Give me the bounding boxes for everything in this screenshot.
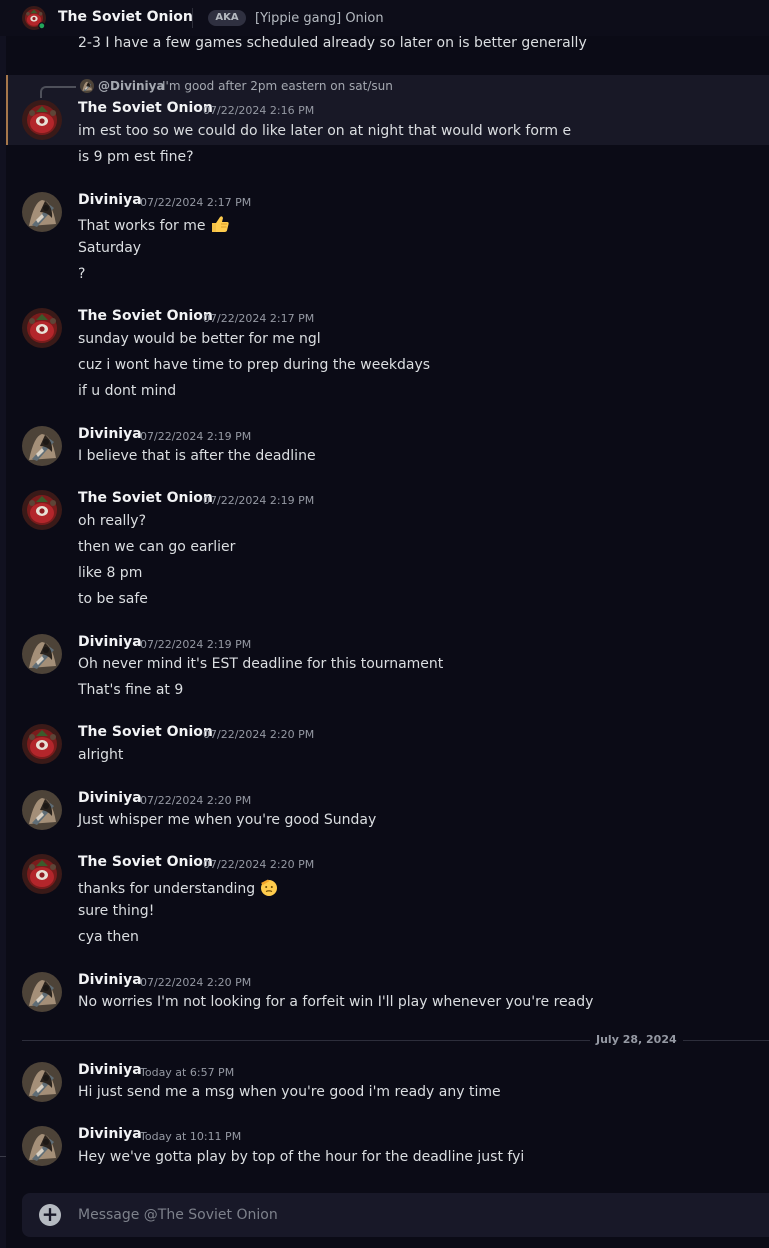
message-line-with-emoji: thanks for understanding — [78, 877, 279, 897]
message-author[interactable]: The Soviet Onion — [78, 490, 213, 506]
recipient-avatar[interactable] — [22, 6, 46, 30]
message-text: to be safe — [78, 591, 148, 607]
message-author[interactable]: The Soviet Onion — [78, 308, 213, 324]
message-author[interactable]: The Soviet Onion — [78, 854, 213, 870]
message-line-with-emoji: That works for me — [78, 214, 230, 234]
message-text: oh really? — [78, 513, 147, 529]
message-timestamp: Today at 6:57 PM — [140, 1066, 235, 1079]
message-author[interactable]: The Soviet Onion — [78, 724, 213, 740]
message-text: No worries I'm not looking for a forfeit… — [78, 994, 594, 1010]
plus-icon: + — [41, 1202, 59, 1226]
message-input[interactable] — [78, 1204, 738, 1226]
message-author[interactable]: Diviniya — [78, 426, 142, 442]
message-text: then we can go earlier — [78, 539, 236, 555]
message-author[interactable]: Diviniya — [78, 1062, 142, 1078]
message-timestamp: Today at 10:11 PM — [140, 1130, 242, 1143]
message-text: cuz i wont have time to prep during the … — [78, 357, 431, 373]
conversation-header: The Soviet Onion AKA [Yippie gang] Onion — [0, 0, 769, 36]
message-author[interactable]: Diviniya — [78, 192, 142, 208]
reply-author[interactable]: @Diviniya — [98, 79, 165, 93]
message-author-avatar[interactable] — [22, 192, 62, 232]
message-text: Just whisper me when you're good Sunday — [78, 812, 377, 828]
message-author[interactable]: Diviniya — [78, 790, 142, 806]
message-text: alright — [78, 747, 124, 763]
message-text: sure thing! — [78, 903, 155, 919]
message-timestamp: 07/22/2024 2:19 PM — [140, 638, 252, 651]
message-text: That works for me — [78, 218, 206, 234]
message-author-avatar[interactable] — [22, 1062, 62, 1102]
aka-name: [Yippie gang] Onion — [255, 11, 384, 26]
message-text: ? — [78, 266, 86, 282]
message-text: sunday would be better for me ngl — [78, 331, 321, 347]
message-text: is 9 pm est fine? — [78, 149, 194, 165]
thumbs-up-icon — [211, 216, 229, 232]
header-divider — [192, 8, 193, 28]
date-divider-label: July 28, 2024 — [590, 1033, 683, 1046]
message-author[interactable]: Diviniya — [78, 972, 142, 988]
partial-message-line: 2-3 I have a few games scheduled already… — [78, 35, 587, 51]
saluting-face-icon — [261, 879, 278, 896]
message-text: I believe that is after the deadline — [78, 448, 316, 464]
message-text: like 8 pm — [78, 565, 143, 581]
message-author-avatar[interactable] — [22, 972, 62, 1012]
reply-author-avatar — [80, 79, 94, 93]
left-strip-separator — [0, 1156, 6, 1157]
message-author-avatar[interactable] — [22, 308, 62, 348]
message-text: if u dont mind — [78, 383, 177, 399]
message-author-avatar[interactable] — [22, 634, 62, 674]
message-timestamp: 07/22/2024 2:20 PM — [140, 794, 252, 807]
message-author[interactable]: Diviniya — [78, 1126, 142, 1142]
message-text: cya then — [78, 929, 139, 945]
message-text: thanks for understanding — [78, 881, 256, 897]
recipient-name[interactable]: The Soviet Onion — [58, 9, 193, 25]
message-text: That's fine at 9 — [78, 682, 184, 698]
message-author-avatar[interactable] — [22, 426, 62, 466]
message-text: im est too so we could do like later on … — [78, 123, 572, 139]
message-timestamp: 07/22/2024 2:20 PM — [140, 976, 252, 989]
message-text: Hey we've gotta play by top of the hour … — [78, 1149, 525, 1165]
message-composer: + — [22, 1193, 769, 1237]
message-author-avatar[interactable] — [22, 100, 62, 140]
message-text: Oh never mind it's EST deadline for this… — [78, 656, 444, 672]
message-timestamp: 07/22/2024 2:19 PM — [140, 430, 252, 443]
add-attachment-button[interactable]: + — [39, 1204, 61, 1226]
message-timestamp: 07/22/2024 2:20 PM — [203, 858, 315, 871]
message-timestamp: 07/22/2024 2:20 PM — [203, 728, 315, 741]
message-author-avatar[interactable] — [22, 724, 62, 764]
message-author-avatar[interactable] — [22, 490, 62, 530]
message-author-avatar[interactable] — [22, 1126, 62, 1166]
message-timestamp: 07/22/2024 2:17 PM — [203, 312, 315, 325]
left-border-strip — [0, 0, 6, 1248]
message-text: Saturday — [78, 240, 142, 256]
message-author-avatar[interactable] — [22, 790, 62, 830]
message-author[interactable]: Diviniya — [78, 634, 142, 650]
message-author[interactable]: The Soviet Onion — [78, 100, 213, 116]
reply-connector — [40, 86, 76, 98]
message-text: Hi just send me a msg when you're good i… — [78, 1084, 501, 1100]
message-timestamp: 07/22/2024 2:19 PM — [203, 494, 315, 507]
message-author-avatar[interactable] — [22, 854, 62, 894]
message-timestamp: 07/22/2024 2:17 PM — [140, 196, 252, 209]
reply-preview-text[interactable]: I'm good after 2pm eastern on sat/sun — [162, 79, 393, 93]
message-timestamp: 07/22/2024 2:16 PM — [203, 104, 315, 117]
aka-badge: AKA — [208, 10, 246, 26]
